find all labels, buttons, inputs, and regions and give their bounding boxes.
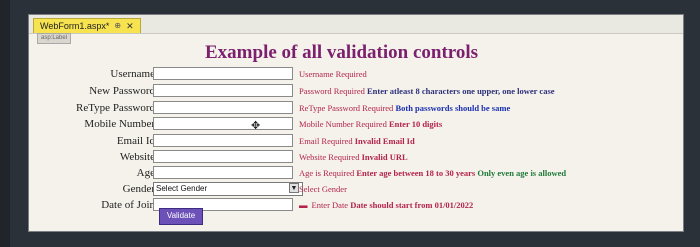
website-input[interactable] (153, 150, 293, 163)
username-label: Username (110, 68, 155, 80)
gender-select[interactable]: Select Gender (153, 182, 303, 196)
pin-icon[interactable]: ⊕ (114, 19, 121, 33)
regex-message: Invalid Email Id (354, 136, 415, 146)
date-of-join-label: Date of Join (101, 199, 155, 211)
range-message: Enter age between 18 to 30 years (356, 168, 476, 178)
required-message: Age is Required (299, 168, 355, 178)
compare-message: Date should start from 01/01/2022 (350, 200, 474, 210)
mobile-number-validators: Mobile Number Required Enter 10 digits (299, 116, 442, 132)
validate-button[interactable]: Validate (159, 208, 203, 225)
required-message: Mobile Number Required (299, 119, 387, 129)
new-password-validators: Password Required Enter atleast 8 charac… (299, 83, 555, 99)
form-row-mobile-number: Mobile Number ✥ Mobile Number Required E… (29, 116, 683, 132)
required-message: Email Required (299, 136, 353, 146)
compare-message: Both passwords should be same (395, 103, 511, 113)
gender-label: Gender (122, 183, 155, 195)
required-message: Select Gender (299, 184, 347, 194)
close-icon[interactable]: ✕ (126, 19, 134, 33)
minus-icon: ▬ (299, 200, 308, 210)
form-row-new-password: New Password Password Required Enter atl… (29, 83, 683, 99)
form-row-website: Website Website Required Invalid URL (29, 149, 683, 165)
email-label: Email Id (116, 135, 155, 147)
age-input[interactable] (153, 166, 293, 179)
form-row-gender: Gender Select Gender ▼ Select Gender (29, 181, 683, 197)
document-tab-title: WebForm1.aspx* (40, 21, 110, 31)
mobile-number-input[interactable] (153, 117, 293, 130)
design-tag: asp:Label (37, 33, 72, 44)
move-cursor-icon: ✥ (251, 120, 261, 132)
form-row-age: Age Age is Required Enter age between 18… (29, 165, 683, 181)
regex-message: Enter atleast 8 characters one upper, on… (367, 86, 555, 96)
required-message: Password Required (299, 86, 365, 96)
regex-message: Invalid URL (361, 152, 408, 162)
date-of-join-validators: ▬ Enter Date Date should start from 01/01… (299, 197, 473, 213)
website-validators: Website Required Invalid URL (299, 149, 408, 165)
form-row-email: Email Id Email Required Invalid Email Id (29, 133, 683, 149)
page-title: Example of all validation controls (205, 42, 479, 63)
retype-password-validators: ReType Password Required Both passwords … (299, 100, 510, 116)
website-label: Website (119, 151, 155, 163)
username-validators: Username Required (299, 66, 367, 82)
mobile-number-label: Mobile Number (84, 118, 155, 130)
new-password-label: New Password (89, 85, 155, 97)
gender-validators: Select Gender (299, 181, 347, 197)
age-validators: Age is Required Enter age between 18 to … (299, 165, 566, 181)
custom-message: Only even age is allowed (477, 168, 567, 178)
retype-password-label: ReType Password (76, 102, 155, 114)
document-tab[interactable]: WebForm1.aspx* ⊕ ✕ (33, 18, 141, 33)
left-edge (0, 0, 10, 247)
new-password-input[interactable] (153, 84, 293, 97)
required-message: Username Required (299, 69, 367, 79)
designer-surface: WebForm1.aspx* ⊕ ✕ asp:Label Example of … (28, 14, 684, 232)
email-input[interactable] (153, 134, 293, 147)
regex-message: Enter 10 digits (388, 119, 443, 129)
username-input[interactable] (153, 67, 293, 80)
chevron-down-icon[interactable]: ▼ (289, 183, 299, 193)
document-tabstrip: WebForm1.aspx* ⊕ ✕ (29, 15, 683, 34)
form-row-retype-password: ReType Password ReType Password Required… (29, 100, 683, 116)
form-row-date-of-join: Date of Join ▬ Enter Date Date should sta… (29, 197, 683, 213)
retype-password-input[interactable] (153, 101, 293, 114)
required-message: Website Required (299, 152, 360, 162)
required-message: ReType Password Required (299, 103, 394, 113)
required-message: Enter Date (311, 200, 349, 210)
form-row-username: Username Username Required (29, 66, 683, 82)
email-validators: Email Required Invalid Email Id (299, 133, 415, 149)
